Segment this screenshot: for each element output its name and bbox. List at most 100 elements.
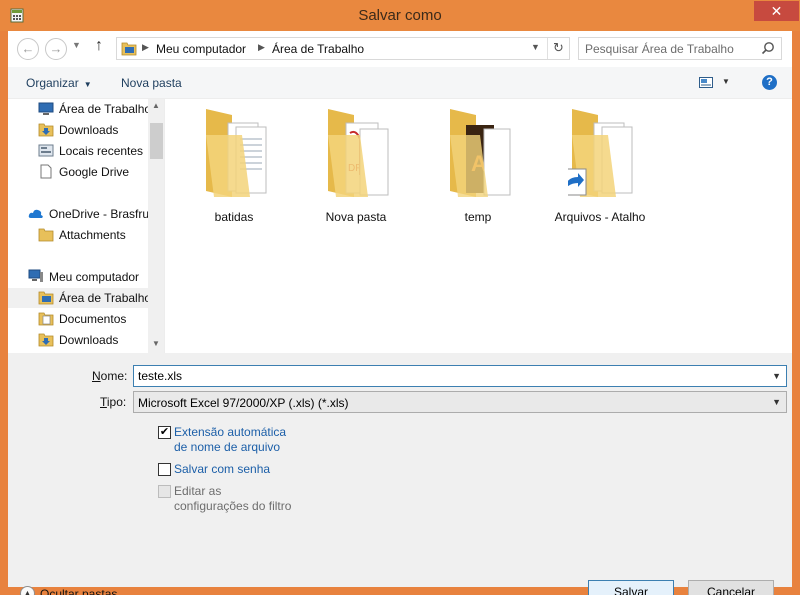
- nav-item-desktop[interactable]: Área de Trabalho: [8, 99, 148, 119]
- folder-with-illustrator-icon: Ai: [450, 109, 511, 197]
- back-button[interactable]: ←: [17, 38, 39, 60]
- save-button[interactable]: Salvar: [588, 580, 674, 595]
- arrow-right-icon: →: [49, 41, 63, 56]
- folder-item-temp[interactable]: Ai temp: [423, 105, 533, 225]
- documents-icon: [38, 312, 54, 326]
- filename-combobox: ▼: [133, 365, 787, 387]
- save-password-checkbox[interactable]: [158, 463, 171, 476]
- save-options-panel: Nome: ▼ Tipo: Microsoft Excel 97/2000/XP…: [8, 353, 792, 595]
- nav-item-label: Downloads: [59, 333, 119, 347]
- forward-button[interactable]: →: [45, 38, 67, 60]
- address-chevron-down-icon[interactable]: ▼: [531, 42, 540, 52]
- nav-item-label: Attachments: [59, 228, 126, 242]
- nav-item-label: Downloads: [59, 123, 119, 137]
- close-button[interactable]: ✕: [754, 1, 799, 21]
- computer-icon: [28, 269, 43, 282]
- filetype-label-accel: T: [100, 395, 107, 409]
- folder-with-pdf-icon: DF: [328, 109, 389, 197]
- hide-folders-label: Ocultar pastas: [40, 587, 118, 595]
- downloads-icon: [38, 123, 54, 137]
- nav-item-label: Área de Trabalho: [59, 291, 148, 305]
- document-icon: [40, 164, 52, 179]
- nav-item-google-drive[interactable]: Google Drive: [8, 162, 148, 182]
- cancel-button[interactable]: Cancelar: [688, 580, 774, 595]
- breadcrumb-computer[interactable]: Meu computador: [156, 42, 246, 56]
- chevron-right-icon[interactable]: ▶: [142, 42, 149, 53]
- recent-locations-chevron-down-icon[interactable]: ▼: [72, 40, 81, 50]
- refresh-icon[interactable]: ↻: [553, 40, 564, 56]
- organize-label: Organizar: [26, 76, 79, 90]
- scroll-down-chevron-icon[interactable]: ▼: [152, 339, 160, 348]
- filename-chevron-down-icon[interactable]: ▼: [772, 371, 781, 381]
- nav-item-label: Meu computador: [49, 270, 140, 284]
- arrow-left-icon: ←: [21, 41, 35, 56]
- address-row: ← → ▼ ↑ ▶ Meu computador ▶ Área de Traba…: [8, 31, 792, 67]
- nav-item-desktop-selected[interactable]: Área de Trabalho: [8, 288, 148, 308]
- file-list: batidas DF Nova pasta Ai temp: [165, 99, 792, 353]
- nav-item-recent-places[interactable]: Locais recentes: [8, 141, 148, 161]
- scroll-thumb[interactable]: [150, 123, 163, 159]
- filename-input[interactable]: [138, 368, 758, 384]
- save-dialog: ← → ▼ ↑ ▶ Meu computador ▶ Área de Traba…: [8, 31, 792, 595]
- filename-label-text: ome:: [100, 369, 128, 383]
- chevron-down-icon: ▼: [83, 80, 92, 89]
- checkmark-icon: ✔: [159, 426, 170, 438]
- address-divider: [547, 38, 548, 59]
- recent-places-icon: [38, 144, 54, 157]
- nav-item-label: Área de Trabalho: [59, 102, 148, 116]
- toolbar: Organizar ▼ Nova pasta ▼ ?: [8, 67, 792, 99]
- nav-scrollbar[interactable]: ▲ ▼: [148, 99, 164, 353]
- nav-item-onedrive[interactable]: OneDrive - Brasfrut: [8, 204, 148, 224]
- folder-shortcut-icon: [568, 109, 633, 197]
- breadcrumb-desktop[interactable]: Área de Trabalho: [272, 42, 364, 56]
- nav-item-label: Documentos: [59, 312, 127, 326]
- nav-item-label: Google Drive: [59, 165, 130, 179]
- filetype-chevron-down-icon[interactable]: ▼: [772, 397, 781, 407]
- scroll-up-chevron-icon[interactable]: ▲: [152, 101, 160, 110]
- organize-menu-button[interactable]: Organizar ▼: [26, 76, 92, 90]
- filetype-value: Microsoft Excel 97/2000/XP (.xls) (*.xls…: [138, 396, 349, 410]
- folder-name: batidas: [214, 210, 254, 224]
- edit-filter-checkbox: [158, 485, 171, 498]
- chevron-right-icon[interactable]: ▶: [258, 42, 265, 53]
- window-title: Salvar como: [358, 7, 442, 24]
- desktop-folder-icon: [38, 291, 54, 305]
- filetype-label-text: ipo:: [106, 395, 127, 409]
- folder-name: Nova pasta: [325, 210, 387, 224]
- nav-item-downloads[interactable]: Downloads: [8, 120, 148, 140]
- address-bar[interactable]: ▶ Meu computador ▶ Área de Trabalho ▼ ↻: [116, 37, 570, 60]
- folder-icon: [38, 228, 54, 242]
- chevron-up-icon: ▲: [20, 586, 35, 595]
- view-options-chevron-down-icon[interactable]: ▼: [722, 77, 730, 86]
- arrow-up-icon: ↑: [95, 37, 103, 54]
- nav-item-attachments[interactable]: Attachments: [8, 225, 148, 245]
- folder-item-arquivos-atalho[interactable]: Arquivos - Atalho: [545, 105, 655, 225]
- up-button[interactable]: ↑: [95, 37, 103, 55]
- search-box: [578, 37, 782, 60]
- nav-item-computer[interactable]: Meu computador: [8, 267, 148, 287]
- folder-item-nova-pasta[interactable]: DF Nova pasta: [301, 105, 411, 225]
- new-folder-button[interactable]: Nova pasta: [121, 76, 182, 90]
- filename-label-accel: N: [92, 369, 101, 383]
- desktop-icon: [38, 102, 54, 115]
- navigation-pane: Área de Trabalho Downloads Locais recent…: [8, 99, 165, 353]
- auto-extension-checkbox[interactable]: ✔: [158, 426, 171, 439]
- nav-item-label: OneDrive - Brasfrut: [49, 207, 148, 221]
- change-view-icon[interactable]: [699, 77, 713, 88]
- nav-item-downloads-2[interactable]: Downloads: [8, 330, 148, 350]
- folder-name: Arquivos - Atalho: [554, 210, 646, 224]
- nav-item-documents[interactable]: Documentos: [8, 309, 148, 329]
- folder-item-batidas[interactable]: batidas: [179, 105, 289, 225]
- folder-with-documents-icon: [206, 109, 267, 197]
- filetype-label: Tipo:: [100, 395, 126, 409]
- search-input[interactable]: [585, 40, 757, 57]
- title-bar: Salvar como ✕: [0, 0, 800, 31]
- downloads-icon: [38, 333, 54, 347]
- filetype-select[interactable]: Microsoft Excel 97/2000/XP (.xls) (*.xls…: [133, 391, 787, 413]
- filename-label: Nome:: [92, 369, 127, 383]
- auto-extension-label[interactable]: Extensão automática de nome de arquivo: [174, 425, 294, 455]
- save-password-label[interactable]: Salvar com senha: [174, 462, 294, 477]
- help-icon[interactable]: ?: [762, 75, 777, 90]
- search-icon[interactable]: [761, 41, 775, 55]
- onedrive-cloud-icon: [28, 209, 43, 218]
